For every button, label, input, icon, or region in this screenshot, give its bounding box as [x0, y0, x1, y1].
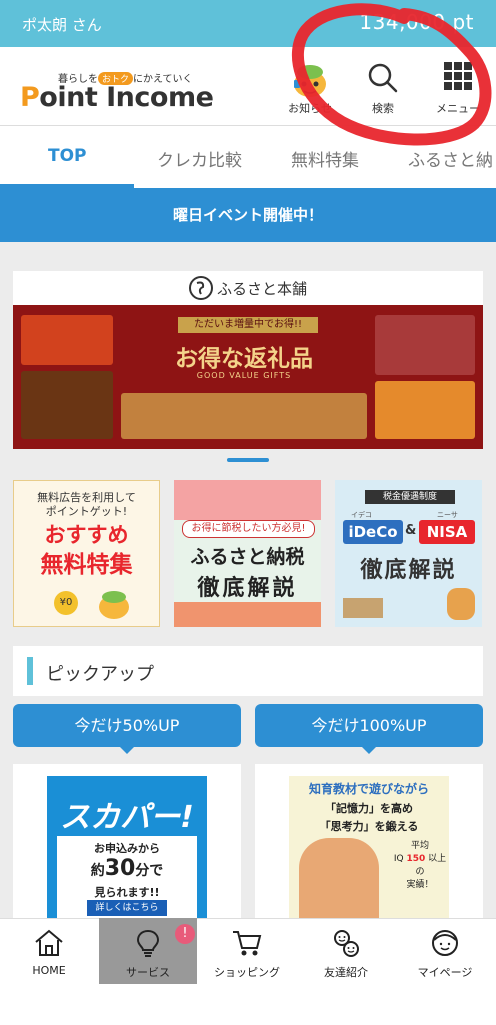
ideco-tag: 税金優遇制度 [365, 490, 455, 504]
nav-friend-referral[interactable]: 友達紹介 [297, 918, 395, 984]
tab-credit-card[interactable]: クレカ比較 [157, 146, 242, 171]
notification-badge: ! [175, 924, 195, 944]
bonus-100-arrow [361, 746, 377, 754]
nav-home[interactable]: HOME [0, 918, 98, 984]
tax-banner-food [174, 480, 321, 520]
education-product-card[interactable]: 知育教材で遊びながら 「記憶力」を高め 「思考力」を鍛える 平均 IQ 150 … [255, 764, 483, 924]
sky-l5: 見られます!! [94, 886, 160, 899]
tax-banner-line3: 徹底解説 [197, 576, 298, 601]
free-feature-banner[interactable]: 無料広告を利用して ポイントゲット! おすすめ 無料特集 ¥0 [13, 480, 160, 627]
red-annotation-circle [292, 3, 492, 146]
skyperfect-info-box: お申込みから 約30分で 見られます!! 詳しくはこちら [57, 836, 197, 918]
nav-friend-label: 友達紹介 [324, 966, 368, 979]
ideco-label: iDeCo [343, 520, 403, 544]
yen-coin: ¥0 [54, 591, 78, 615]
tab-top[interactable]: TOP [48, 146, 87, 166]
sky-cta[interactable]: 詳しくはこちら [87, 900, 167, 916]
skyperfect-image: スカパー! お申込みから 約30分で 見られます!! 詳しくはこちら [47, 776, 207, 924]
furusato-tax-banner[interactable]: お得に節税したい方必見! ふるさと納税 徹底解説 [174, 480, 321, 627]
furusato-brand: ふるさと本舗 [217, 280, 308, 298]
point-income-logo[interactable]: Point Income [20, 82, 214, 113]
ideco-ruby: イデコ [351, 511, 372, 519]
edu-l1: 知育教材で遊びながら [308, 782, 429, 796]
fox-mascot-image [447, 588, 475, 620]
furusato-title: お得な返礼品 [175, 346, 313, 372]
nav-mypage-label: マイページ [417, 966, 473, 979]
furusato-brand-row: ふるさと本舗 [13, 271, 483, 305]
edu-l2: 「記憶力」を高め [325, 802, 413, 815]
ideco-amp: & [405, 523, 417, 538]
nav-mypage[interactable]: マイページ [396, 918, 494, 984]
tax-banner-fish [174, 602, 321, 627]
tax-banner-line1: お得に節税したい方必見! [182, 520, 315, 538]
friends-icon [334, 930, 359, 957]
edu-iq-badge: 平均 IQ 150 以上の 実績！ [393, 841, 447, 890]
nav-shopping[interactable]: ショッピング [198, 918, 296, 984]
free-banner-line4: 無料特集 [40, 552, 133, 578]
edu-l3: 「思考力」を鍛える [319, 820, 419, 833]
unagi-image [21, 371, 113, 439]
username: ポ太朗 さん [22, 16, 102, 34]
lightbulb-icon [136, 929, 160, 957]
sky-l2-row: 約30分で [90, 856, 164, 881]
nav-shopping-label: ショッピング [214, 966, 280, 979]
skyperfect-product-card[interactable]: スカパー! お申込みから 約30分で 見られます!! 詳しくはこちら [13, 764, 241, 924]
furusato-logo-icon [189, 276, 213, 300]
home-icon [35, 929, 63, 956]
assorted-food-image [121, 393, 367, 439]
pickup-title: ピックアップ [46, 664, 154, 685]
uni-image [375, 381, 475, 439]
furusato-carousel-card[interactable]: ふるさと本舗 ただいま増量中でお得!! お得な返礼品 GOOD VALUE GI… [13, 271, 483, 449]
child-photo [299, 838, 379, 922]
carousel-indicator[interactable] [227, 458, 269, 462]
ideco-nisa-banner[interactable]: 税金優遇制度 イデコ ニーサ iDeCo & NISA 徹底解説 [335, 480, 482, 627]
books-image [343, 598, 383, 618]
weekday-event-banner[interactable]: 曜日イベント開催中！ [0, 188, 496, 242]
cart-icon [233, 931, 262, 956]
nisa-ruby: ニーサ [437, 511, 458, 519]
skyperfect-logo: スカパー! [60, 800, 194, 835]
furusato-subtitle: GOOD VALUE GIFTS [196, 371, 292, 380]
beef-image [375, 315, 475, 375]
furusato-ribbon: ただいま増量中でお得!! [178, 317, 318, 333]
nav-home-label: HOME [32, 964, 66, 977]
ideco-banner-title: 徹底解説 [360, 558, 457, 583]
education-image: 知育教材で遊びながら 「記憶力」を高め 「思考力」を鍛える 平均 IQ 150 … [289, 776, 449, 924]
bonus-100-up-label[interactable]: 今だけ100%UP [255, 704, 483, 747]
nisa-label: NISA [419, 520, 475, 544]
user-face-icon [432, 930, 458, 956]
ikura-image [21, 315, 113, 365]
nav-service-label: サービス [126, 966, 170, 979]
free-banner-line2: ポイントゲット! [45, 505, 128, 518]
bonus-50-arrow [119, 746, 135, 754]
mascot-icon [99, 591, 129, 619]
sky-l1: お申込みから [94, 842, 160, 855]
pickup-accent-bar [27, 657, 33, 685]
bonus-50-up-label[interactable]: 今だけ50%UP [13, 704, 241, 747]
tax-banner-line2: ふるさと納税 [190, 546, 305, 568]
furusato-banner-image: ただいま増量中でお得!! お得な返礼品 GOOD VALUE GIFTS [13, 305, 483, 449]
